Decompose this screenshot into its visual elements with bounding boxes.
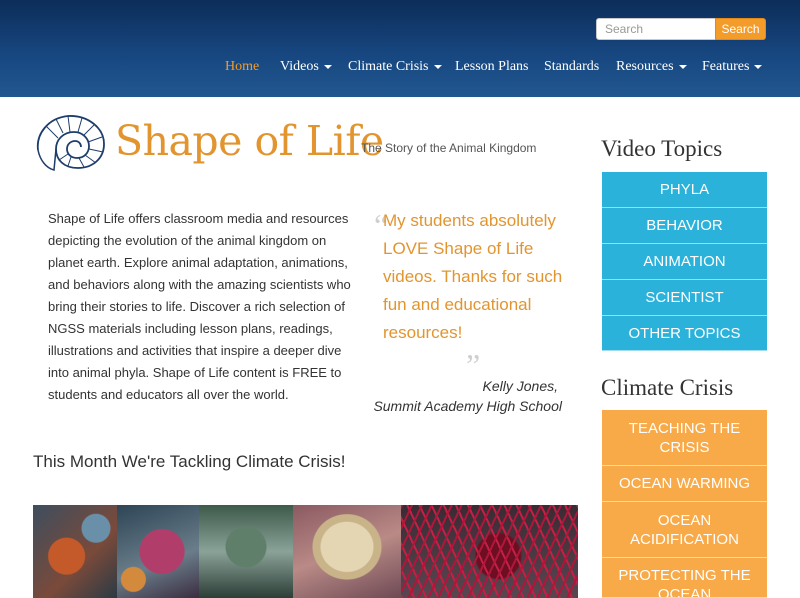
testimonial-quote: My students absolutely LOVE Shape of Lif… <box>383 211 563 342</box>
topic-scientist-button[interactable]: SCIENTIST <box>602 280 767 316</box>
climate-protecting-the-ocean-button[interactable]: PROTECTING THE OCEAN <box>602 558 767 598</box>
nav-standards-label: Standards <box>544 59 600 74</box>
climate-crisis-banner[interactable] <box>33 505 578 598</box>
caret-down-icon <box>323 64 332 69</box>
nav-lesson-plans-label: Lesson Plans <box>455 59 529 74</box>
caret-down-icon <box>678 64 687 69</box>
site-logo[interactable]: Shape of Life The Story of the Animal Ki… <box>34 112 537 172</box>
site-header: Search Home Videos Climate Crisis Lesson… <box>0 0 800 97</box>
nav-resources-label: Resources <box>616 59 674 74</box>
nav-videos[interactable]: Videos <box>280 58 332 76</box>
logo-tagline: The Story of the Animal Kingdom <box>361 141 537 155</box>
nav-standards[interactable]: Standards <box>544 58 599 76</box>
nav-features-label: Features <box>702 59 750 74</box>
caret-down-icon <box>433 64 442 69</box>
month-heading: This Month We're Tackling Climate Crisis… <box>33 452 346 471</box>
search-input[interactable] <box>596 18 716 40</box>
nav-videos-label: Videos <box>280 59 319 74</box>
climate-teaching-the-crisis-button[interactable]: TEACHING THE CRISIS <box>602 410 767 466</box>
topic-animation-button[interactable]: ANIMATION <box>602 244 767 280</box>
main-nav: Home Videos Climate Crisis Lesson Plans … <box>0 58 800 76</box>
climate-ocean-warming-button[interactable]: OCEAN WARMING <box>602 466 767 502</box>
topic-phyla-button[interactable]: PHYLA <box>602 172 767 208</box>
nav-home-label: Home <box>225 59 260 74</box>
nautilus-shell-icon <box>36 115 105 171</box>
sea-star-photo <box>33 505 117 598</box>
nav-climate-crisis-label: Climate Crisis <box>348 59 429 74</box>
topic-other-topics-button[interactable]: OTHER TOPICS <box>602 316 767 351</box>
testimonial-school: Summit Academy High School <box>373 398 562 414</box>
nav-resources[interactable]: Resources <box>616 58 687 76</box>
logo-title: Shape of Life <box>115 117 384 165</box>
nav-home[interactable]: Home <box>225 58 259 76</box>
video-topics-heading: Video Topics <box>601 136 723 161</box>
climate-crisis-heading: Climate Crisis <box>601 375 734 400</box>
climate-ocean-acidification-button[interactable]: OCEAN ACIDIFICATION <box>602 502 767 558</box>
testimonial-author: Kelly Jones, <box>482 378 558 394</box>
search-button[interactable]: Search <box>715 18 766 40</box>
sea-slug-photo <box>293 505 401 598</box>
kelp-photo <box>199 505 293 598</box>
nav-features[interactable]: Features <box>702 58 763 76</box>
sea-urchin-photo <box>401 505 578 598</box>
intro-paragraph: Shape of Life offers classroom media and… <box>48 211 351 402</box>
caret-down-icon <box>754 64 763 69</box>
topic-behavior-button[interactable]: BEHAVIOR <box>602 208 767 244</box>
purple-sea-star-photo <box>117 505 199 598</box>
nav-lesson-plans[interactable]: Lesson Plans <box>455 58 529 76</box>
nav-climate-crisis[interactable]: Climate Crisis <box>348 58 442 76</box>
